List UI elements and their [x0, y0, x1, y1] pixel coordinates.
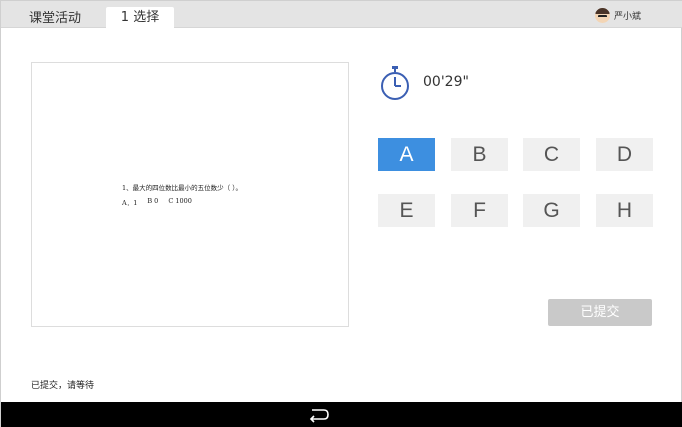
- question-option-c: C 1000: [168, 197, 192, 205]
- stopwatch-icon: [381, 66, 409, 100]
- answer-option-g[interactable]: G: [523, 194, 580, 227]
- user-info[interactable]: 严小斌: [594, 7, 641, 23]
- answer-option-b[interactable]: B: [451, 138, 508, 171]
- answer-option-d[interactable]: D: [596, 138, 653, 171]
- avatar: [594, 7, 610, 23]
- question-option-b: B 0: [147, 197, 159, 205]
- back-arrow-icon[interactable]: [306, 406, 330, 424]
- question-option-a: A．1: [122, 199, 138, 207]
- question-panel: 1、最大的四位数比最小的五位数少（ ）。 A．1 B 0 C 1000: [31, 62, 349, 327]
- answer-option-c[interactable]: C: [523, 138, 580, 171]
- answer-option-f[interactable]: F: [451, 194, 508, 227]
- timer-value: 00'29": [423, 74, 469, 90]
- answer-option-h[interactable]: H: [596, 194, 653, 227]
- submitted-button[interactable]: 已提交: [548, 299, 652, 326]
- tab-question-1[interactable]: 1 选择: [106, 7, 174, 28]
- question-text: 1、最大的四位数比最小的五位数少（ ）。: [122, 184, 242, 192]
- answer-option-a[interactable]: A: [378, 138, 435, 171]
- app-title: 课堂活动: [29, 11, 82, 26]
- answer-option-e[interactable]: E: [378, 194, 435, 227]
- app-window: 课堂活动 1 选择 严小斌 1、最大的四位数比最小的五位数少（ ）。 A．1 B…: [0, 0, 682, 427]
- status-text: 已提交，请等待: [31, 381, 95, 391]
- top-bar: 课堂活动 1 选择 严小斌: [1, 1, 682, 28]
- system-nav-bar: [1, 402, 682, 427]
- user-name: 严小斌: [613, 11, 641, 22]
- question-options: A．1 B 0 C 1000: [122, 197, 192, 207]
